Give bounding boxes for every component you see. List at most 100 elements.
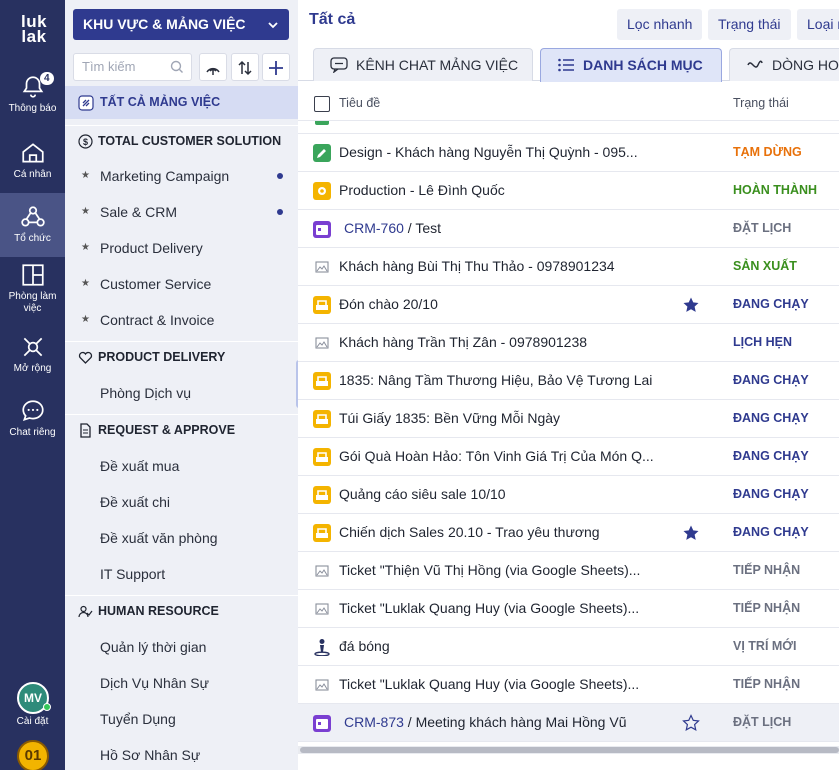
list-item[interactable]: Design - Khách hàng Nguyễn Thị Quỳnh - 0… [298,134,839,172]
item-title[interactable]: Ticket "Thiện Vũ Thị Hồng (via Google Sh… [339,552,640,589]
status-badge[interactable]: TẠM DỪNG [733,134,802,171]
add-workspace-button[interactable] [262,53,290,81]
item-title[interactable]: CRM-760 / Test [339,210,441,247]
status-badge[interactable]: ĐANG CHẠY [733,362,809,399]
item-title[interactable]: Gói Quà Hoàn Hảo: Tôn Vinh Giá Trị Của M… [339,438,654,475]
column-header-status[interactable]: Trạng thái [733,96,789,110]
sidebar-item-customer-service[interactable]: ★ Customer Service [65,269,298,299]
sidebar-item-time-management[interactable]: Quản lý thời gian [65,632,298,662]
rail-item-notifications[interactable]: 4 Thông báo [0,72,65,115]
item-title[interactable]: Production - Lê Đình Quốc [339,172,505,209]
workspace-area-select[interactable]: KHU VỰC & MẢNG VIỆC [73,9,289,40]
status-badge[interactable]: ĐẶT LỊCH [733,210,791,247]
item-title[interactable]: Chiến dịch Sales 20.10 - Trao yêu thương [339,514,600,551]
org-badge[interactable]: 01 [17,740,49,770]
list-item[interactable]: Ticket "Luklak Quang Huy (via Google She… [298,590,839,628]
tab-workspace-chat[interactable]: KÊNH CHAT MẢNG VIỆC [313,48,533,81]
status-badge[interactable]: LỊCH HẸN [733,324,792,361]
sort-button[interactable] [231,53,259,81]
item-title[interactable]: 1835: Nâng Tầm Thương Hiệu, Bảo Vệ Tương… [339,362,652,399]
tab-item-list[interactable]: DANH SÁCH MỤC [540,48,722,82]
group-request-approve[interactable]: REQUEST & APPROVE [65,414,298,444]
status-filter-button[interactable]: Trạng thái [708,9,791,40]
list-item[interactable]: Khách hàng Bùi Thị Thu Thảo - 0978901234… [298,248,839,286]
star-outline-icon[interactable] [682,714,700,735]
rail-item-workspace[interactable]: Phòng làm việc [0,262,65,315]
item-title[interactable]: Khách hàng Trần Thị Zân - 0978901238 [339,324,587,361]
rail-item-private-chat[interactable]: Chat riêng [0,398,65,439]
list-item[interactable]: Quảng cáo siêu sale 10/10 ĐANG CHẠY [298,476,839,514]
list-item[interactable]: Túi Giấy 1835: Bền Vững Mỗi Ngày ĐANG CHẠ… [298,400,839,438]
list-item[interactable]: Ticket "Luklak Quang Huy (via Google She… [298,666,839,704]
sidebar-item-purchase-request[interactable]: Đề xuất mua [65,451,298,481]
group-human-resource[interactable]: HUMAN RESOURCE [65,595,298,625]
status-badge[interactable]: ĐANG CHẠY [733,476,809,513]
select-all-checkbox[interactable] [314,96,330,112]
item-title-text: / Meeting khách hàng Mai Hồng Vũ [403,714,627,730]
scrollbar-thumb[interactable] [300,747,839,753]
status-badge[interactable]: ĐẶT LỊCH [733,704,791,741]
organization-icon [20,206,45,227]
sidebar-item-marketing-campaign[interactable]: ★ Marketing Campaign [65,161,298,191]
item-code-link[interactable]: CRM-873 [344,714,404,730]
list-item[interactable]: Khách hàng Trần Thị Zân - 0978901238 LỊCH… [298,324,839,362]
sidebar-item-contract-invoice[interactable]: ★ Contract & Invoice [65,305,298,335]
sidebar-item-sale-crm[interactable]: ★ Sale & CRM [65,197,298,227]
broadcast-button[interactable] [199,53,227,81]
status-badge[interactable]: HOÀN THÀNH [733,172,817,209]
group-total-customer-solution[interactable]: $ TOTAL CUSTOMER SOLUTION [65,125,298,155]
status-badge[interactable]: ĐANG CHẠY [733,400,809,437]
list-item[interactable]: Ticket "Thiện Vũ Thị Hồng (via Google Sh… [298,552,839,590]
sidebar-item-recruitment[interactable]: Tuyển Dụng [65,704,298,734]
luklak-logo[interactable]: luk lak [14,13,54,45]
item-title[interactable]: Túi Giấy 1835: Bền Vững Mỗi Ngày [339,400,560,437]
search-input[interactable]: Tìm kiếm [73,53,192,81]
status-badge[interactable]: TIẾP NHẬN [733,666,800,703]
list-item[interactable]: CRM-873 / Meeting khách hàng Mai Hồng Vũ… [298,704,839,742]
status-badge[interactable]: ĐANG CHẠY [733,514,809,551]
sidebar-item-service-department[interactable]: Phòng Dịch vụ [65,378,298,408]
item-title[interactable]: Ticket "Luklak Quang Huy (via Google She… [339,590,639,627]
sidebar-item-hr-services[interactable]: Dịch Vụ Nhân Sự [65,668,298,698]
rail-item-personal[interactable]: Cá nhân [0,140,65,181]
list-item[interactable]: CRM-760 / Test ĐẶT LỊCH [298,210,839,248]
status-badge[interactable]: ĐANG CHẠY [733,438,809,475]
status-badge[interactable]: TIẾP NHẬN [733,590,800,627]
sidebar-item-hr-profiles[interactable]: Hồ Sơ Nhân Sự [65,740,298,770]
status-badge[interactable]: SẢN XUẤT [733,248,797,285]
list-item[interactable]: đá bóng VỊ TRÍ MỚI [298,628,839,666]
sidebar-item-office-request[interactable]: Đề xuất văn phòng [65,523,298,553]
status-badge[interactable]: VỊ TRÍ MỚI [733,628,796,665]
item-title[interactable]: Quảng cáo siêu sale 10/10 [339,476,506,513]
all-workspaces-item[interactable]: TẤT CẢ MẢNG VIỆC [65,86,298,119]
rail-item-extensions[interactable]: Mở rộng [0,334,65,375]
settings-label[interactable]: Cài đặt [0,716,65,727]
item-title[interactable]: Khách hàng Bùi Thị Thu Thảo - 0978901234 [339,248,615,285]
item-title[interactable]: Design - Khách hàng Nguyễn Thị Quỳnh - 0… [339,134,638,171]
item-title[interactable]: CRM-873 / Meeting khách hàng Mai Hồng Vũ [339,704,626,741]
status-badge[interactable]: ĐANG CHẠY [733,286,809,323]
list-item[interactable]: Đón chào 20/10 ĐANG CHẠY [298,286,839,324]
item-title[interactable]: đá bóng [339,628,390,665]
column-header-title[interactable]: Tiêu đề [339,96,380,110]
list-item[interactable]: Chiến dịch Sales 20.10 - Trao yêu thương… [298,514,839,552]
quick-filter-button[interactable]: Lọc nhanh [617,9,703,40]
group-product-delivery[interactable]: PRODUCT DELIVERY [65,341,298,371]
sidebar-item-it-support[interactable]: IT Support [65,559,298,589]
sidebar-item-expense-request[interactable]: Đề xuất chi [65,487,298,517]
image-icon [313,562,331,580]
item-title[interactable]: Ticket "Luklak Quang Huy (via Google She… [339,666,639,703]
rail-item-organization[interactable]: Tổ chức [0,193,65,257]
item-code-link[interactable]: CRM-760 [344,220,404,236]
sidebar-item-product-delivery[interactable]: ★ Product Delivery [65,233,298,263]
horizontal-scrollbar[interactable] [298,746,839,754]
item-title[interactable]: Đón chào 20/10 [339,286,438,323]
list-item[interactable]: Gói Quà Hoàn Hảo: Tôn Vinh Giá Trị Của M… [298,438,839,476]
type-filter-button[interactable]: Loại m [797,9,839,40]
list-item[interactable]: 1835: Nâng Tầm Thương Hiệu, Bảo Vệ Tương… [298,362,839,400]
tab-workflow[interactable]: DÒNG HO [729,48,839,81]
status-badge[interactable]: TIẾP NHẬN [733,552,800,589]
star-filled-icon[interactable] [682,296,700,317]
star-filled-icon[interactable] [682,524,700,545]
list-item[interactable]: Production - Lê Đình Quốc HOÀN THÀNH [298,172,839,210]
